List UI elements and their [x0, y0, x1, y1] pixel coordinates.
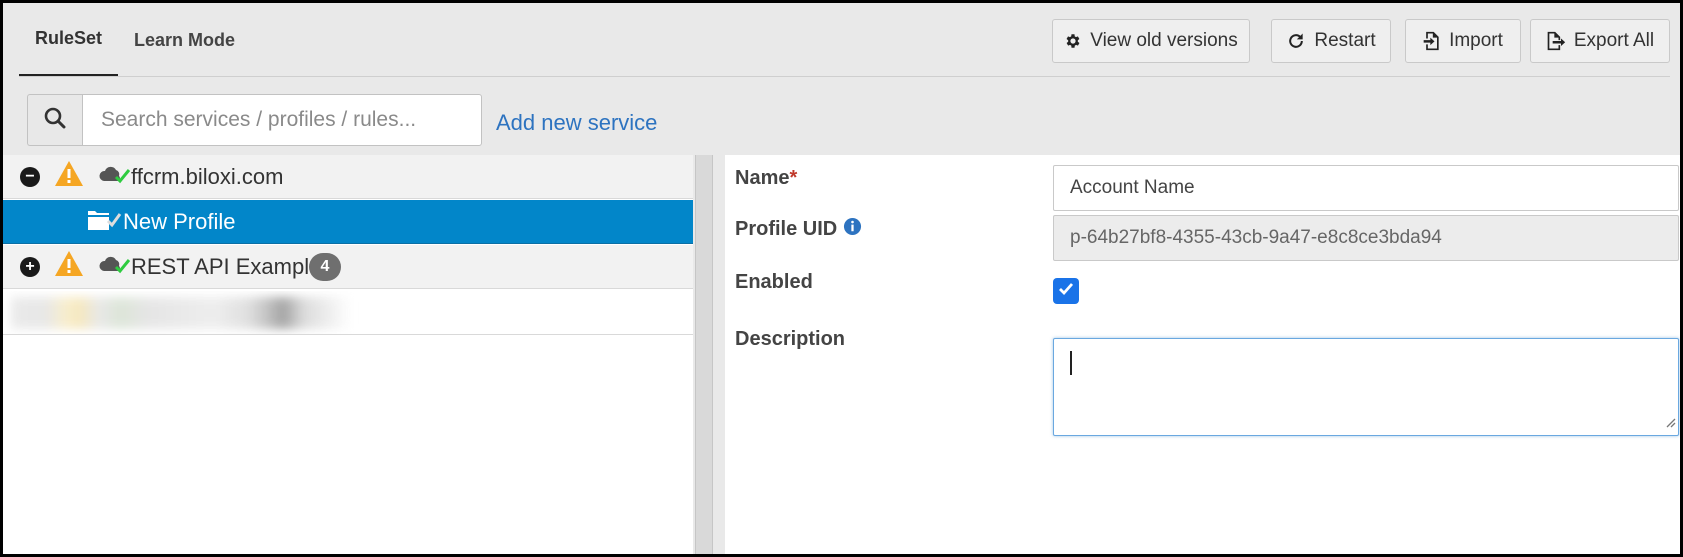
export-all-label: Export All — [1573, 30, 1655, 51]
file-import-icon — [1423, 31, 1441, 51]
profile-uid-field: p-64b27bf8-4355-43cb-9a47-e8c8ce3bda94 — [1053, 215, 1679, 261]
tab-bar: RuleSet Learn Mode — [19, 3, 251, 77]
search-button[interactable] — [27, 94, 82, 146]
tab-ruleset[interactable]: RuleSet — [19, 3, 119, 77]
expand-icon[interactable]: + — [20, 256, 40, 277]
name-field[interactable]: Account Name — [1053, 165, 1679, 211]
tree-row-profile-selected[interactable]: New Profile — [3, 200, 693, 244]
cloud-check-icon — [99, 163, 133, 191]
profile-uid-value: p-64b27bf8-4355-43cb-9a47-e8c8ce3bda94 — [1070, 227, 1442, 248]
import-label: Import — [1449, 30, 1503, 51]
app-window: RuleSet Learn Mode View old versions Res… — [3, 3, 1680, 554]
warning-icon — [54, 160, 84, 193]
text-caret — [1070, 351, 1072, 375]
redacted-content — [11, 297, 351, 329]
info-icon[interactable] — [843, 217, 862, 242]
restart-button[interactable]: Restart — [1271, 19, 1391, 63]
resize-handle-icon[interactable] — [1664, 415, 1676, 433]
description-textarea[interactable] — [1053, 338, 1679, 436]
restart-label: Restart — [1314, 30, 1376, 51]
service-name: REST API Examples — [131, 253, 333, 279]
enabled-checkbox[interactable] — [1053, 278, 1079, 304]
tab-learn-mode[interactable]: Learn Mode — [118, 3, 251, 77]
add-new-service-link[interactable]: Add new service — [496, 110, 657, 136]
service-name: ffcrm.biloxi.com — [131, 163, 284, 189]
warning-icon — [54, 250, 84, 283]
description-label: Description — [735, 328, 846, 350]
enabled-label: Enabled — [735, 271, 813, 293]
profile-uid-label: Profile UID — [735, 217, 862, 242]
collapse-icon[interactable]: − — [20, 166, 40, 187]
pane-splitter[interactable] — [695, 155, 713, 554]
refresh-icon — [1286, 31, 1306, 51]
gear-icon — [1064, 32, 1082, 50]
export-all-button[interactable]: Export All — [1530, 19, 1670, 63]
tabs-divider — [19, 76, 1670, 77]
search-bar — [27, 94, 482, 146]
required-mark: * — [789, 167, 798, 189]
count-badge: 4 — [309, 252, 341, 281]
checkmark-icon — [1057, 280, 1075, 303]
tree-row-service[interactable]: + REST API Examples 4 — [3, 245, 693, 289]
file-export-icon — [1546, 31, 1566, 51]
view-old-versions-label: View old versions — [1090, 30, 1238, 51]
redacted-row — [3, 291, 693, 335]
cloud-check-icon — [99, 253, 133, 281]
search-icon — [43, 106, 67, 135]
folder-check-icon — [87, 207, 123, 237]
name-value: Account Name — [1070, 177, 1195, 198]
profile-form: Name* Account Name Profile UID p-64b27bf… — [725, 155, 1680, 554]
name-label: Name* — [735, 167, 798, 189]
search-input[interactable] — [82, 94, 482, 146]
tree-row-service[interactable]: − ffcrm.biloxi.com — [3, 155, 693, 199]
import-button[interactable]: Import — [1405, 19, 1521, 63]
profile-name: New Profile — [123, 208, 236, 234]
service-tree: − ffcrm.biloxi.com New Profile + REST AP… — [3, 155, 693, 554]
view-old-versions-button[interactable]: View old versions — [1052, 19, 1250, 63]
